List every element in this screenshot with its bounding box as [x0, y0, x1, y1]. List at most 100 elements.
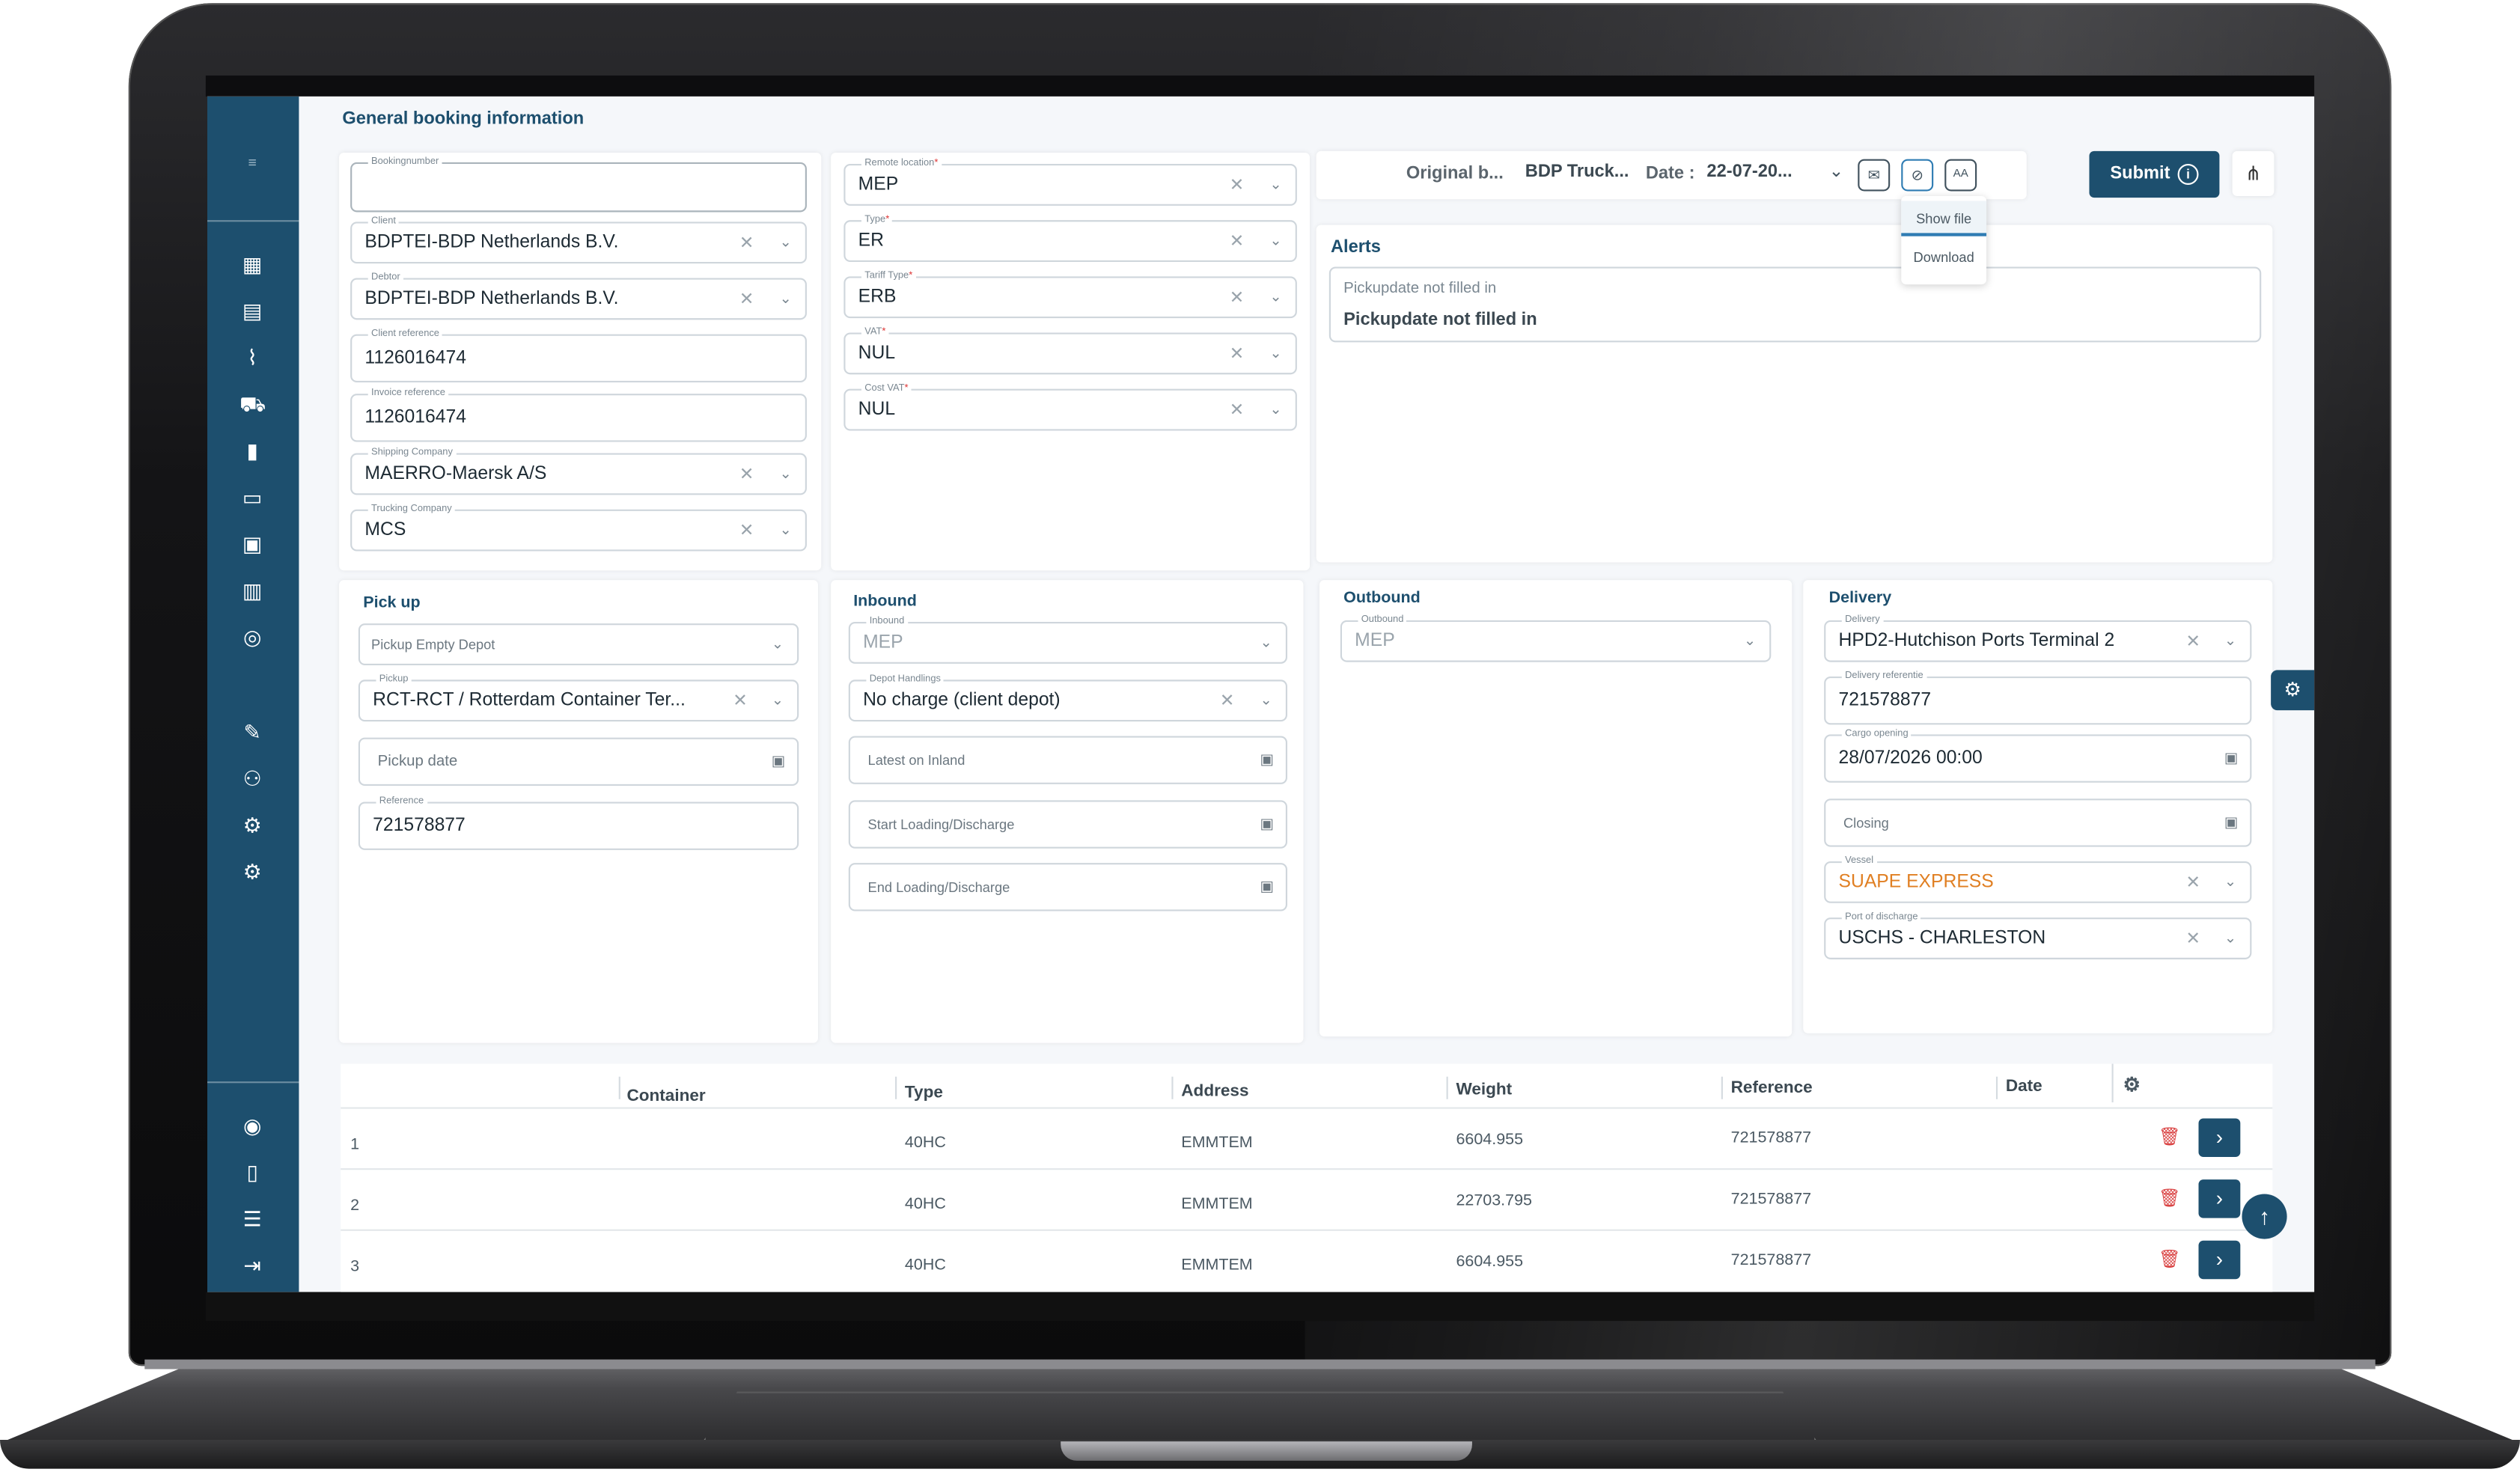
bookingnumber-field[interactable]: Bookingnumber	[350, 156, 807, 213]
chevron-down-icon[interactable]: ⌄	[779, 290, 791, 308]
settings-panel-gear-icon[interactable]: ⚙	[2271, 670, 2315, 711]
workflow-icon[interactable]: ⋔	[2232, 150, 2275, 196]
clear-icon[interactable]: ✕	[1220, 690, 1235, 711]
delivery-reference-field[interactable]: Delivery referentie 721578877	[1824, 670, 2252, 725]
shipping-company-select[interactable]: Shipping Company MAERRO-Maersk A/S ✕ ⌄	[350, 446, 807, 495]
pickup-date-field[interactable]: Pickup date ▣	[358, 737, 799, 787]
chevron-down-icon[interactable]: ⌄	[1269, 345, 1281, 363]
help-icon[interactable]: ◉	[240, 1114, 265, 1139]
tariff-type-select[interactable]: Tariff Type ERB ✕ ⌄	[843, 269, 1297, 319]
bookmark-icon[interactable]: ▮	[240, 439, 265, 464]
chevron-down-icon[interactable]: ⌄	[1269, 176, 1281, 194]
attachment-icon[interactable]: ⊘	[1901, 159, 1934, 192]
finance-icon[interactable]: ◎	[240, 625, 265, 650]
submit-button[interactable]: Submit i	[2089, 150, 2220, 198]
trash-icon[interactable]: 🗑	[2159, 1188, 2181, 1209]
gear-icon[interactable]: ⚙	[240, 813, 265, 839]
vat-select[interactable]: VAT NUL ✕ ⌄	[843, 326, 1297, 375]
logout-icon[interactable]: ⇥	[240, 1253, 265, 1279]
clear-icon[interactable]: ✕	[1230, 343, 1245, 364]
closing-field[interactable]: Closing ▣	[1824, 798, 2252, 847]
clear-icon[interactable]: ✕	[739, 232, 754, 253]
depot-handlings-select[interactable]: Depot Handlings No charge (client depot)…	[848, 673, 1287, 722]
calendar-icon[interactable]: ▣	[2224, 750, 2238, 768]
clear-icon[interactable]: ✕	[1230, 400, 1245, 421]
calendar-icon[interactable]: ▭	[240, 485, 265, 510]
column-header-reference[interactable]: Reference	[1731, 1078, 1813, 1098]
pickup-select[interactable]: Pickup RCT-RCT / Rotterdam Container Ter…	[358, 673, 799, 722]
latest-on-inland-field[interactable]: Latest on Inland ▣	[848, 736, 1287, 784]
clear-icon[interactable]: ✕	[2185, 631, 2200, 652]
clear-icon[interactable]: ✕	[739, 463, 754, 485]
chevron-down-icon[interactable]: ⌄	[1260, 634, 1272, 652]
table-row[interactable]: 2 40HC EMMTEM 22703.795 721578877 🗑 ›	[341, 1168, 2273, 1230]
font-size-icon[interactable]: AA	[1944, 159, 1977, 192]
mail-icon[interactable]: ✉	[1858, 159, 1891, 192]
port-of-discharge-select[interactable]: Port of discharge USCHS - CHARLESTON ✕ ⌄	[1824, 911, 2252, 959]
clear-icon[interactable]: ✕	[739, 288, 754, 310]
clear-icon[interactable]: ✕	[2185, 872, 2200, 893]
map-icon[interactable]: ▥	[240, 578, 265, 604]
column-header-type[interactable]: Type	[905, 1083, 943, 1102]
chevron-down-icon[interactable]: ⌄	[2224, 929, 2236, 947]
table-row[interactable]: 3 40HC EMMTEM 6604.955 721578877 🗑 ›	[341, 1229, 2273, 1291]
gear-secondary-icon[interactable]: ⚙	[240, 860, 265, 885]
calendar-icon[interactable]: ▣	[1260, 816, 1273, 834]
clear-icon[interactable]: ✕	[1230, 287, 1245, 308]
chevron-down-icon[interactable]: ⌄	[779, 522, 791, 540]
end-loading-field[interactable]: End Loading/Discharge ▣	[848, 863, 1287, 911]
activity-icon[interactable]: ⌇	[240, 346, 265, 371]
vessel-select[interactable]: Vessel SUAPE EXPRESS ✕ ⌄	[1824, 855, 2252, 903]
pickup-depot-select[interactable]: Pickup Empty Depot ⌄	[358, 623, 799, 665]
open-row-button[interactable]: ›	[2198, 1240, 2241, 1280]
manual-icon[interactable]: ▯	[240, 1160, 265, 1185]
open-row-button[interactable]: ›	[2198, 1118, 2241, 1158]
calendar-icon[interactable]: ▣	[1260, 751, 1273, 769]
type-select[interactable]: Type ER ✕ ⌄	[843, 213, 1297, 263]
inbound-select[interactable]: Inbound MEP ⌄	[848, 615, 1287, 664]
trucking-company-select[interactable]: Trucking Company MCS ✕ ⌄	[350, 503, 807, 552]
invoice-reference-field[interactable]: Invoice reference 1126016474	[350, 387, 807, 442]
chevron-down-icon[interactable]: ⌄	[1829, 161, 1844, 182]
chevron-down-icon[interactable]: ⌄	[779, 233, 791, 251]
client-select[interactable]: Client BDPTEI-BDP Netherlands B.V. ✕ ⌄	[350, 215, 807, 264]
start-loading-field[interactable]: Start Loading/Discharge ▣	[848, 800, 1287, 849]
table-row[interactable]: 1 40HC EMMTEM 6604.955 721578877 🗑 ›	[341, 1107, 2273, 1168]
edit-icon[interactable]: ✎	[240, 720, 265, 745]
client-reference-field[interactable]: Client reference 1126016474	[350, 328, 807, 383]
column-header-container[interactable]: Container	[626, 1087, 705, 1106]
chevron-down-icon[interactable]: ⌄	[1744, 632, 1756, 650]
profile-list-icon[interactable]: ☰	[240, 1207, 265, 1233]
chevron-down-icon[interactable]: ⌄	[1269, 288, 1281, 306]
remote-location-select[interactable]: Remote location MEP ✕ ⌄	[843, 157, 1297, 206]
chevron-down-icon[interactable]: ⌄	[772, 691, 784, 709]
calendar-icon[interactable]: ▣	[2224, 814, 2238, 832]
chevron-down-icon[interactable]: ⌄	[2224, 873, 2236, 891]
menu-toggle-icon[interactable]: ≡	[240, 150, 265, 175]
outbound-select[interactable]: Outbound MEP ⌄	[1340, 614, 1772, 662]
clear-icon[interactable]: ✕	[1230, 230, 1245, 251]
column-header-weight[interactable]: Weight	[1456, 1080, 1512, 1099]
calendar-icon[interactable]: ▣	[1260, 878, 1273, 896]
delivery-select[interactable]: Delivery HPD2-Hutchison Ports Terminal 2…	[1824, 614, 2252, 662]
scroll-to-top-button[interactable]: ↑	[2242, 1194, 2287, 1239]
trash-icon[interactable]: 🗑	[2159, 1248, 2181, 1270]
open-row-button[interactable]: ›	[2198, 1179, 2241, 1218]
booking-icon[interactable]: ▤	[240, 299, 265, 324]
user-settings-icon[interactable]: ⚇	[240, 766, 265, 792]
chevron-down-icon[interactable]: ⌄	[772, 635, 784, 653]
chevron-down-icon[interactable]: ⌄	[1260, 691, 1272, 709]
table-settings-gear-icon[interactable]: ⚙	[2123, 1073, 2141, 1096]
clear-icon[interactable]: ✕	[1230, 174, 1245, 195]
dashboard-icon[interactable]: ▦	[240, 252, 265, 278]
chevron-down-icon[interactable]: ⌄	[1269, 401, 1281, 419]
trash-icon[interactable]: 🗑	[2159, 1126, 2181, 1147]
show-file-option[interactable]: Show file	[1901, 201, 1987, 236]
clear-icon[interactable]: ✕	[733, 690, 748, 711]
truck-icon[interactable]: ⛟	[240, 392, 266, 418]
chevron-down-icon[interactable]: ⌄	[779, 465, 791, 483]
calendar-icon[interactable]: ▣	[772, 753, 785, 771]
clear-icon[interactable]: ✕	[739, 520, 754, 541]
column-header-date[interactable]: Date	[2006, 1077, 2042, 1096]
invoice-icon[interactable]: ▣	[240, 532, 265, 558]
